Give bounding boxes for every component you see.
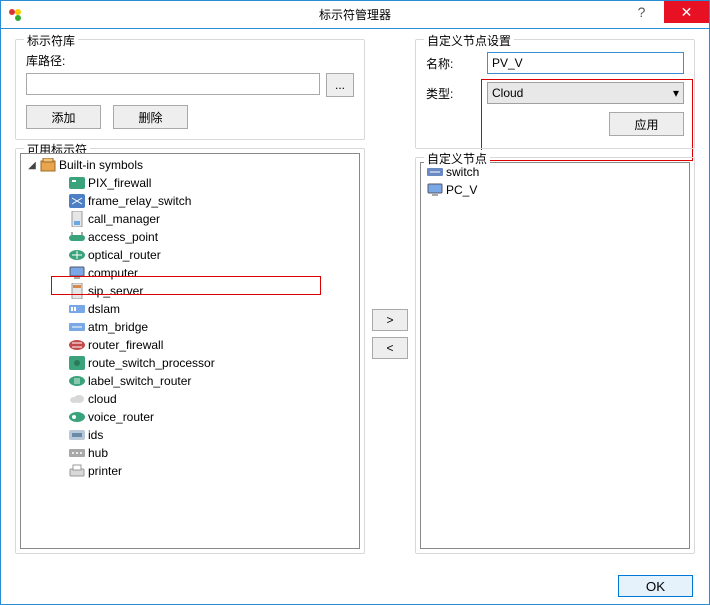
window-title: 标示符管理器: [319, 6, 391, 23]
voice-router-icon: [69, 409, 85, 425]
box-icon: [40, 157, 56, 173]
tree-item-label: router_firewall: [88, 338, 163, 352]
optical-router-icon: [69, 247, 85, 263]
lib-path-input[interactable]: [26, 73, 320, 95]
tree-item[interactable]: atm_bridge: [23, 318, 359, 336]
add-button[interactable]: 添加: [26, 105, 101, 129]
apply-button[interactable]: 应用: [609, 112, 684, 136]
library-group-label: 标示符库: [24, 32, 78, 49]
settings-group: 自定义节点设置 名称: 类型: Cloud ▾ 应用: [415, 39, 695, 149]
tree-item-label: optical_router: [88, 248, 161, 262]
tree-item-label: PIX_firewall: [88, 176, 151, 190]
tree-item[interactable]: frame_relay_switch: [23, 192, 359, 210]
tree-item-label: dslam: [88, 302, 120, 316]
custom-nodes-group-label: 自定义节点: [424, 150, 490, 167]
tree-item-label: ids: [88, 428, 103, 442]
tree-item[interactable]: printer: [23, 462, 359, 480]
tree-item-label: frame_relay_switch: [88, 194, 191, 208]
tree-item[interactable]: hub: [23, 444, 359, 462]
type-select[interactable]: Cloud ▾: [487, 82, 684, 104]
lib-path-label: 库路径:: [26, 52, 354, 69]
available-group: 可用标示符 ◢ Built-in symbols PIX_firewall: [15, 148, 365, 554]
library-group: 标示符库 库路径: ... 添加 删除: [15, 39, 365, 140]
tree-item[interactable]: computer: [23, 264, 359, 282]
tree-item-label: label_switch_router: [88, 374, 191, 388]
tree-item[interactable]: voice_router: [23, 408, 359, 426]
close-button[interactable]: ✕: [664, 1, 709, 23]
tree-item[interactable]: access_point: [23, 228, 359, 246]
custom-nodes-list[interactable]: switch PC_V: [420, 162, 690, 549]
tree-item-label: access_point: [88, 230, 158, 244]
tree-item-label: atm_bridge: [88, 320, 148, 334]
move-left-button[interactable]: <: [372, 337, 408, 359]
list-item-label: switch: [446, 165, 479, 179]
cm-icon: [69, 211, 85, 227]
available-tree[interactable]: ◢ Built-in symbols PIX_firewall frame_re…: [20, 153, 360, 549]
ids-icon: [69, 427, 85, 443]
cloud-icon: [69, 391, 85, 407]
tree-item[interactable]: router_firewall: [23, 336, 359, 354]
tree-item[interactable]: ids: [23, 426, 359, 444]
left-column: 标示符库 库路径: ... 添加 删除 可用标示符: [15, 39, 365, 562]
tree-item[interactable]: call_manager: [23, 210, 359, 228]
computer-icon: [69, 265, 85, 281]
frs-icon: [69, 193, 85, 209]
type-label: 类型:: [426, 85, 481, 102]
transfer-column: > <: [365, 39, 415, 562]
list-item[interactable]: PC_V: [421, 181, 689, 199]
name-label: 名称:: [426, 55, 481, 72]
pix-icon: [69, 175, 85, 191]
titlebar-controls: ? ✕: [619, 1, 709, 28]
tree-item-label: printer: [88, 464, 122, 478]
browse-button[interactable]: ...: [326, 73, 354, 97]
tree-item-label: voice_router: [88, 410, 154, 424]
router-firewall-icon: [69, 337, 85, 353]
custom-nodes-group: 自定义节点 switch PC_V: [415, 157, 695, 554]
footer: OK: [1, 568, 709, 604]
atm-icon: [69, 319, 85, 335]
lsr-icon: [69, 373, 85, 389]
tree-item-label: hub: [88, 446, 108, 460]
printer-icon: [69, 463, 85, 479]
tree-item-label: route_switch_processor: [88, 356, 215, 370]
tree-item-label: computer: [88, 266, 138, 280]
move-right-button[interactable]: >: [372, 309, 408, 331]
ok-button[interactable]: OK: [618, 575, 693, 597]
ap-icon: [69, 229, 85, 245]
delete-button[interactable]: 删除: [113, 105, 188, 129]
tree-item[interactable]: optical_router: [23, 246, 359, 264]
tree-item[interactable]: route_switch_processor: [23, 354, 359, 372]
hub-icon: [69, 445, 85, 461]
tree-item[interactable]: PIX_firewall: [23, 174, 359, 192]
tree-root-label: Built-in symbols: [59, 158, 143, 172]
tree-item[interactable]: label_switch_router: [23, 372, 359, 390]
type-select-value: Cloud: [492, 86, 523, 100]
name-input[interactable]: [487, 52, 684, 74]
tree-item[interactable]: cloud: [23, 390, 359, 408]
help-button[interactable]: ?: [619, 1, 664, 23]
tree-item-label: call_manager: [88, 212, 160, 226]
dslam-icon: [69, 301, 85, 317]
right-column: 自定义节点设置 名称: 类型: Cloud ▾ 应用 自定义节点: [415, 39, 695, 562]
list-item-label: PC_V: [446, 183, 477, 197]
app-icon: [7, 7, 23, 23]
chevron-down-icon: ▾: [673, 86, 679, 100]
content-area: 标示符库 库路径: ... 添加 删除 可用标示符: [1, 29, 709, 568]
tree-item-label: cloud: [88, 392, 117, 406]
settings-group-label: 自定义节点设置: [424, 32, 514, 49]
titlebar: 标示符管理器 ? ✕: [1, 1, 709, 29]
tree-item-label: sip_server: [88, 284, 143, 298]
tree-item[interactable]: sip_server: [23, 282, 359, 300]
expander-icon[interactable]: ◢: [27, 160, 37, 171]
tree-item[interactable]: dslam: [23, 300, 359, 318]
window: 标示符管理器 ? ✕ 标示符库 库路径: ... 添加 删除: [0, 0, 710, 605]
rsp-icon: [69, 355, 85, 371]
computer-icon: [427, 182, 443, 198]
sip-icon: [69, 283, 85, 299]
tree-root-item[interactable]: ◢ Built-in symbols: [23, 156, 359, 174]
